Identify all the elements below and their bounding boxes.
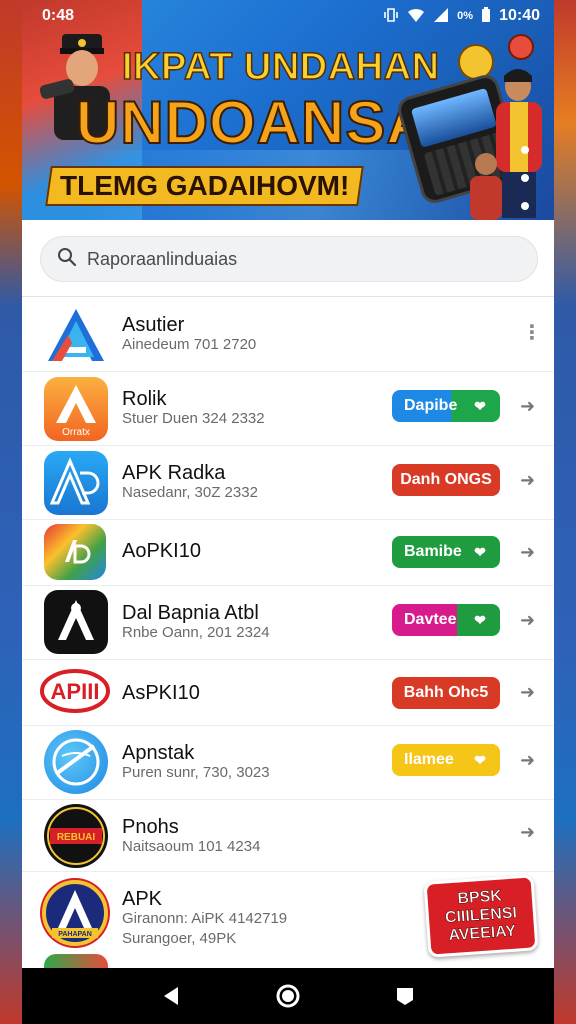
kids-illustration bbox=[470, 153, 502, 220]
backdrop-left bbox=[0, 0, 22, 1024]
search-divider bbox=[22, 296, 554, 297]
list-item[interactable]: PAHAPAN APK Giranonn: AiPK 4142719 Suran… bbox=[22, 872, 554, 964]
status-bar: 0:48 0% 10:40 bbox=[0, 0, 576, 32]
status-time: 0:48 bbox=[42, 7, 75, 24]
vibrate-icon bbox=[383, 7, 399, 26]
status-clock: 10:40 bbox=[499, 7, 540, 24]
chevron-right-icon[interactable]: ➜ bbox=[520, 750, 535, 771]
app-subtitle-secondary: Surangoer, 49PK bbox=[122, 930, 237, 947]
banner-ribbon-text: TLEMG GADAIHOVM! bbox=[60, 170, 350, 201]
app-icon-aspki10: APIII bbox=[40, 666, 110, 716]
app-icon-rolik: Orratx bbox=[44, 377, 108, 441]
signal-icon bbox=[433, 7, 449, 26]
banner-ribbon: TLEMG GADAIHOVM! bbox=[45, 166, 365, 206]
app-icon-dal-bapnia bbox=[44, 590, 108, 654]
app-name: Rolik bbox=[122, 388, 167, 410]
list-item[interactable]: APK Radka Nasedanr, 30Z 2332 Danh ONGS ➜ bbox=[22, 446, 554, 520]
wifi-icon bbox=[407, 7, 425, 26]
app-icon-aspki10-label: APIII bbox=[51, 679, 100, 704]
battery-icon bbox=[481, 6, 491, 26]
home-icon[interactable] bbox=[268, 976, 308, 1016]
app-icon-apk: PAHAPAN bbox=[40, 878, 110, 948]
download-button[interactable]: Bahh Ohc5 bbox=[392, 677, 500, 709]
back-icon[interactable] bbox=[151, 976, 191, 1016]
search-bar[interactable] bbox=[40, 236, 538, 282]
app-icon-apk-radka bbox=[44, 451, 108, 515]
download-button[interactable]: Ilamee ❤ bbox=[392, 744, 500, 776]
heart-icon: ❤ bbox=[474, 611, 486, 628]
app-icon-aopki10 bbox=[44, 524, 106, 580]
app-subtitle: Stuer Duen 324 2332 bbox=[122, 410, 265, 427]
banner-headline: UNDOANSA bbox=[75, 88, 431, 157]
download-button-label: Davtee bbox=[404, 611, 457, 628]
download-button-label: Bahh Ohc5 bbox=[403, 684, 489, 701]
search-input[interactable] bbox=[87, 248, 507, 270]
banner-overflow-icon[interactable] bbox=[520, 146, 530, 210]
chevron-right-icon[interactable]: ➜ bbox=[520, 610, 535, 631]
app-name: Pnohs bbox=[122, 816, 179, 838]
battery-percent: 0% bbox=[457, 10, 474, 22]
navigation-bar bbox=[22, 968, 554, 1024]
app-icon-asutier bbox=[44, 303, 108, 367]
chevron-right-icon[interactable]: ➜ bbox=[520, 396, 535, 417]
promo-banner[interactable]: IKPAT UNDAHAN UNDOANSA TLEMG GADAIHOVM! bbox=[22, 0, 554, 220]
more-options-icon[interactable]: ⋮ bbox=[522, 320, 542, 345]
search-icon bbox=[57, 247, 77, 272]
list-item[interactable]: Apnstak Puren sunr, 730, 3023 Ilamee ❤ ➜ bbox=[22, 726, 554, 800]
app-name: APK Radka bbox=[122, 462, 226, 484]
app-icon-pnohs-label: REBUAI bbox=[57, 832, 96, 843]
app-icon-pnohs: REBUAI bbox=[44, 804, 108, 868]
list-item[interactable]: REBUAI Pnohs Naitsaoum 101 4234 ➜ bbox=[22, 800, 554, 872]
app-subtitle: Rnbe Oann, 201 2324 bbox=[122, 624, 270, 641]
app-subtitle: Nasedanr, 30Z 2332 bbox=[122, 484, 258, 501]
banner-title: IKPAT UNDAHAN bbox=[121, 45, 440, 89]
app-name: AoPKI10 bbox=[122, 540, 201, 562]
app-sheet: IKPAT UNDAHAN UNDOANSA TLEMG GADAIHOVM! bbox=[22, 0, 554, 968]
app-name: AsPKI10 bbox=[122, 682, 200, 704]
app-icon-rolik-label: Orratx bbox=[62, 427, 90, 438]
chevron-right-icon[interactable]: ➜ bbox=[520, 470, 535, 491]
app-subtitle: Naitsaoum 101 4234 bbox=[122, 838, 261, 855]
download-button-label: Danh ONGS bbox=[400, 471, 492, 488]
app-icon-apnstak bbox=[44, 730, 108, 794]
app-name: Dal Bapnia Atbl bbox=[122, 602, 259, 624]
list-item[interactable]: Asutier Ainedeum 701 2720 ⋮ bbox=[22, 298, 554, 372]
app-icon-apk-label: PAHAPAN bbox=[58, 931, 92, 938]
app-name: Apnstak bbox=[122, 742, 195, 764]
download-button[interactable]: Dapibe ❤ bbox=[392, 390, 500, 422]
download-button-label: Bamibe bbox=[404, 543, 462, 560]
app-name: APK bbox=[122, 888, 163, 910]
app-name: Asutier bbox=[122, 314, 185, 336]
app-subtitle: Puren sunr, 730, 3023 bbox=[122, 764, 270, 781]
chevron-right-icon[interactable]: ➜ bbox=[520, 822, 535, 843]
heart-icon: ❤ bbox=[474, 543, 486, 560]
list-item[interactable]: APIII AsPKI10 Bahh Ohc5 ➜ bbox=[22, 660, 554, 726]
list-item[interactable]: AoPKI10 Bamibe ❤ ➜ bbox=[22, 520, 554, 586]
list-item[interactable]: Orratx Rolik Stuer Duen 324 2332 Dapibe … bbox=[22, 372, 554, 446]
promo-badge[interactable]: BPSK CIIILENSI AVEEIAY bbox=[423, 874, 539, 958]
download-button[interactable]: Danh ONGS bbox=[392, 464, 500, 496]
partial-list-item[interactable] bbox=[44, 954, 108, 968]
heart-icon: ❤ bbox=[474, 751, 486, 768]
heart-sticker-icon bbox=[508, 34, 534, 60]
status-icons: 0% 10:40 bbox=[383, 6, 540, 26]
heart-icon: ❤ bbox=[474, 397, 486, 414]
app-subtitle: Ainedeum 701 2720 bbox=[122, 336, 257, 353]
download-button[interactable]: Bamibe ❤ bbox=[392, 536, 500, 568]
chevron-right-icon[interactable]: ➜ bbox=[520, 542, 535, 563]
download-button-label: Dapibe bbox=[404, 397, 458, 414]
download-button-label: Ilamee bbox=[404, 751, 454, 768]
backdrop-right bbox=[554, 0, 576, 1024]
download-button[interactable]: Davtee ❤ bbox=[392, 604, 500, 636]
app-subtitle: Giranonn: AiPK 4142719 bbox=[122, 910, 288, 927]
list-item[interactable]: Dal Bapnia Atbl Rnbe Oann, 201 2324 Davt… bbox=[22, 586, 554, 660]
chevron-right-icon[interactable]: ➜ bbox=[520, 682, 535, 703]
promo-badge-line: AVEEIAY bbox=[447, 922, 517, 945]
recents-icon[interactable] bbox=[385, 976, 425, 1016]
